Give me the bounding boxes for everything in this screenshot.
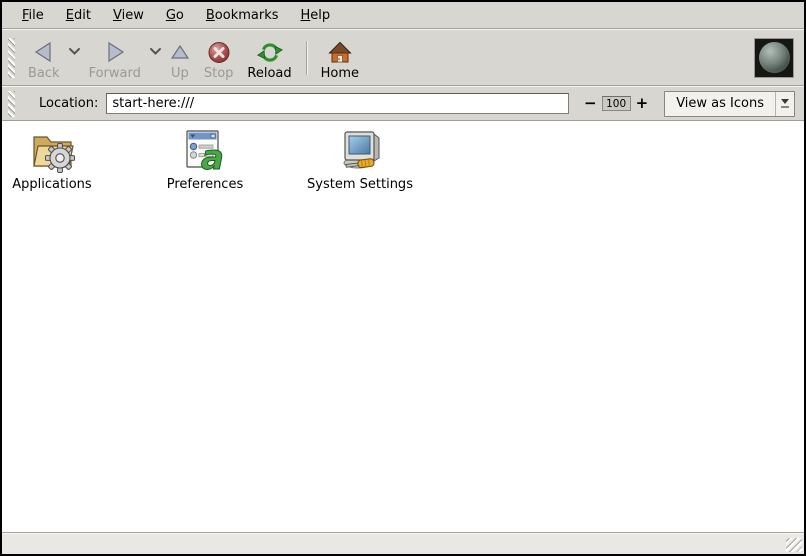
- preferences-a-glyph: a: [201, 138, 224, 174]
- icon-view-content: Applications a Preferences: [2, 120, 804, 532]
- location-bar: Location: − 100 + View as Icons: [2, 87, 804, 120]
- system-settings-monitor-icon: [335, 128, 385, 174]
- toolbar-grip-handle[interactable]: [8, 38, 15, 78]
- menubar: File Edit View Go Bookmarks Help: [2, 2, 804, 28]
- stop-button[interactable]: Stop: [197, 33, 241, 83]
- icon-item-preferences[interactable]: a Preferences: [150, 128, 260, 192]
- up-button[interactable]: Up: [163, 33, 197, 83]
- view-mode-label: View as Icons: [665, 92, 775, 116]
- stop-icon: [206, 39, 232, 66]
- location-bar-grip-handle[interactable]: [8, 91, 15, 117]
- view-mode-combo[interactable]: View as Icons: [664, 91, 795, 117]
- home-label: Home: [321, 67, 359, 81]
- applications-folder-gear-icon: [27, 128, 77, 174]
- combo-underline: [781, 106, 789, 108]
- zoom-out-button[interactable]: −: [579, 96, 602, 111]
- toolbar-separator: [306, 41, 307, 75]
- menu-view[interactable]: View: [103, 5, 156, 26]
- chevron-down-icon: [781, 99, 789, 104]
- icon-caption: System Settings: [307, 177, 413, 192]
- zoom-level-indicator: 100: [602, 96, 631, 111]
- icon-item-applications[interactable]: Applications: [0, 128, 107, 192]
- menu-file[interactable]: File: [12, 5, 56, 26]
- back-label: Back: [28, 67, 60, 81]
- nautilus-window: File Edit View Go Bookmarks Help Back Fo…: [0, 0, 806, 556]
- forward-history-chevron-icon[interactable]: [149, 45, 162, 60]
- up-arrow-icon: [170, 39, 190, 66]
- throbber: [754, 38, 794, 78]
- resize-grip-handle[interactable]: [786, 538, 802, 552]
- stop-label: Stop: [204, 67, 234, 81]
- up-label: Up: [171, 67, 189, 81]
- back-history-chevron-icon[interactable]: [68, 45, 81, 60]
- icon-item-system-settings[interactable]: System Settings: [305, 128, 415, 192]
- location-input[interactable]: [106, 93, 569, 114]
- reload-icon: [256, 39, 284, 66]
- zoom-in-button[interactable]: +: [631, 96, 654, 111]
- preferences-window-icon: a: [182, 128, 228, 174]
- menu-edit[interactable]: Edit: [56, 5, 103, 26]
- icon-caption: Preferences: [167, 177, 243, 192]
- location-label: Location:: [39, 96, 98, 111]
- toolbar: Back Forward Up: [2, 30, 804, 85]
- status-bar: [2, 532, 804, 554]
- reload-button[interactable]: Reload: [240, 33, 298, 83]
- back-arrow-icon: [31, 39, 57, 66]
- menu-go[interactable]: Go: [156, 5, 196, 26]
- home-button[interactable]: Home: [314, 33, 366, 83]
- back-button[interactable]: Back: [21, 33, 67, 83]
- throbber-sphere-icon: [759, 42, 790, 73]
- combo-arrow-box: [775, 92, 794, 116]
- icon-caption: Applications: [12, 177, 91, 192]
- forward-button[interactable]: Forward: [82, 33, 148, 83]
- reload-label: Reload: [247, 67, 291, 81]
- forward-arrow-icon: [102, 39, 128, 66]
- menu-help[interactable]: Help: [291, 5, 343, 26]
- forward-label: Forward: [89, 67, 141, 81]
- home-icon: [328, 39, 352, 66]
- menu-bookmarks[interactable]: Bookmarks: [196, 5, 291, 26]
